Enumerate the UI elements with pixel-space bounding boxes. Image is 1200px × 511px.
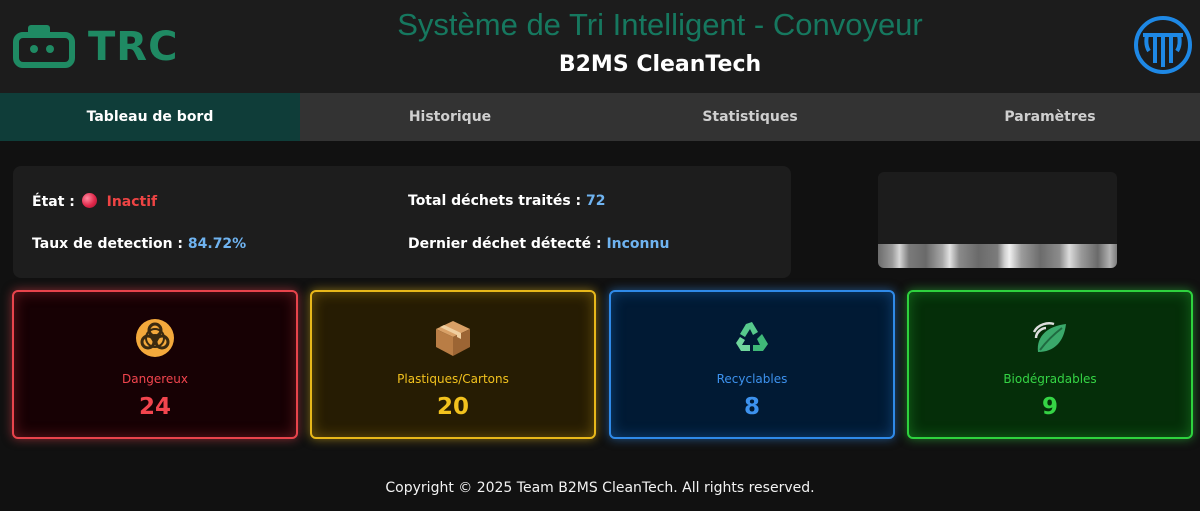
package-icon xyxy=(436,321,470,356)
tab-parametres[interactable]: Paramètres xyxy=(900,93,1200,141)
category-label: Plastiques/Cartons xyxy=(397,372,509,386)
main-nav: Tableau de bord Historique Statistiques … xyxy=(0,93,1200,141)
dernier-label: Dernier déchet détecté : xyxy=(408,236,602,252)
dernier-value: Inconnu xyxy=(606,236,670,252)
footer-copyright: Copyright © 2025 Team B2MS CleanTech. Al… xyxy=(385,480,815,496)
etat-value: Inactif xyxy=(106,194,158,210)
conveyor-display xyxy=(878,172,1117,268)
total-label: Total déchets traités : xyxy=(408,193,582,209)
circuit-logo-icon[interactable] xyxy=(1133,15,1193,75)
tab-statistiques[interactable]: Statistiques xyxy=(600,93,900,141)
category-count: 9 xyxy=(1041,394,1058,420)
etat-status: État : Inactif xyxy=(32,193,157,210)
leaf-icon xyxy=(1032,322,1066,352)
page-title: Système de Tri Intelligent - Convoyeur xyxy=(397,7,923,42)
logo-text: TRC xyxy=(88,24,179,70)
tab-tableau-de-bord[interactable]: Tableau de bord xyxy=(0,93,300,141)
taux-value: 84.72% xyxy=(187,236,247,252)
category-count: 8 xyxy=(743,394,760,420)
category-card-plastiques-cartons[interactable]: Plastiques/Cartons 20 xyxy=(310,290,596,439)
title-block: Système de Tri Intelligent - Convoyeur B… xyxy=(300,6,1020,80)
trc-logo[interactable]: TRC xyxy=(12,22,187,72)
category-card-dangereux[interactable]: Dangereux 24 xyxy=(12,290,298,439)
header: TRC Système de Tri Intelligent - Convoye… xyxy=(0,0,1200,93)
taux-detection: Taux de detection : 84.72% xyxy=(32,236,246,252)
robot-logo-icon xyxy=(13,25,75,68)
taux-label: Taux de detection : xyxy=(32,236,184,252)
category-count: 24 xyxy=(138,394,171,420)
status-dot-icon xyxy=(81,193,97,208)
category-label: Biodégradables xyxy=(1003,372,1097,386)
category-count: 20 xyxy=(436,394,469,420)
tab-historique[interactable]: Historique xyxy=(300,93,600,141)
category-label: Recyclables xyxy=(716,372,788,386)
category-card-recyclables[interactable]: Recyclables 8 xyxy=(609,290,895,439)
total-dechets: Total déchets traités : 72 xyxy=(408,193,606,209)
etat-label: État : xyxy=(32,194,75,210)
company-name: B2MS CleanTech xyxy=(558,52,762,77)
biohazard-icon xyxy=(136,319,174,357)
dernier-dechet: Dernier déchet détecté : Inconnu xyxy=(408,236,669,252)
category-label: Dangereux xyxy=(122,372,188,386)
conveyor-belt xyxy=(878,244,1117,268)
recycle-icon xyxy=(736,322,768,351)
status-panel: État : Inactif Total déchets traités : 7… xyxy=(13,166,791,278)
category-card-biodegradables[interactable]: Biodégradables 9 xyxy=(907,290,1193,439)
total-value: 72 xyxy=(586,193,606,209)
